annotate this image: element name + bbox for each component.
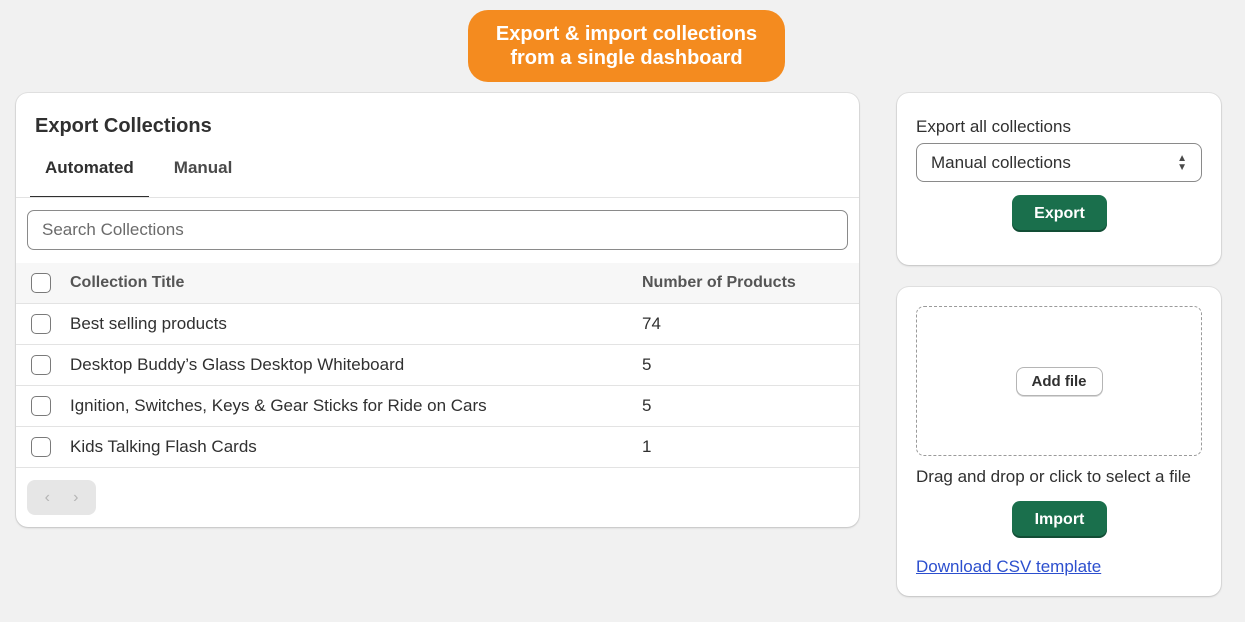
import-card: Add file Drag and drop or click to selec… — [897, 287, 1221, 596]
export-all-label: Export all collections — [916, 117, 1071, 136]
table-row: Ignition, Switches, Keys & Gear Sticks f… — [16, 386, 859, 427]
row-checkbox[interactable] — [31, 355, 51, 375]
product-count: 5 — [642, 396, 652, 415]
table-row: Desktop Buddy’s Glass Desktop Whiteboard… — [16, 345, 859, 386]
banner-line-1: Export & import collections — [495, 23, 758, 45]
collection-title: Desktop Buddy’s Glass Desktop Whiteboard — [70, 355, 405, 374]
chevron-left-icon[interactable]: ‹ — [45, 489, 50, 507]
collection-title: Ignition, Switches, Keys & Gear Sticks f… — [70, 396, 487, 415]
table-row: Best selling products 74 — [16, 304, 859, 345]
pagination: ‹ › — [27, 480, 96, 515]
collection-title: Best selling products — [70, 314, 227, 333]
export-button[interactable]: Export — [1012, 195, 1107, 232]
dropzone-hint: Drag and drop or click to select a file — [916, 467, 1191, 486]
tab-bar: Automated Manual — [30, 145, 247, 198]
tab-manual[interactable]: Manual — [159, 145, 248, 198]
collection-title: Kids Talking Flash Cards — [70, 437, 257, 456]
chevron-right-icon[interactable]: › — [73, 489, 78, 507]
download-template-link[interactable]: Download CSV template — [916, 557, 1101, 577]
select-value: Manual collections — [931, 152, 1071, 172]
tabs-divider — [16, 197, 859, 198]
tab-automated[interactable]: Automated — [30, 145, 149, 198]
export-all-card: Export all collections Manual collection… — [897, 93, 1221, 265]
row-checkbox[interactable] — [31, 396, 51, 416]
export-collections-card: Export Collections Automated Manual Coll… — [16, 93, 859, 527]
select-arrows-icon: ▲ ▼ — [1177, 152, 1187, 173]
row-checkbox[interactable] — [31, 437, 51, 457]
promo-banner: Export & import collections from a singl… — [468, 10, 785, 82]
product-count: 5 — [642, 355, 652, 374]
table-row: Kids Talking Flash Cards 1 — [16, 427, 859, 468]
product-count: 74 — [642, 314, 661, 333]
table-header: Collection Title Number of Products — [16, 263, 859, 304]
import-button[interactable]: Import — [1012, 501, 1107, 538]
search-input[interactable] — [27, 210, 848, 250]
add-file-button[interactable]: Add file — [1015, 366, 1103, 396]
banner-line-2: from a single dashboard — [510, 47, 743, 69]
row-checkbox[interactable] — [31, 314, 51, 334]
collection-type-select[interactable]: Manual collections ▲ ▼ — [916, 143, 1202, 182]
file-dropzone[interactable]: Add file — [916, 306, 1202, 456]
collections-table: Collection Title Number of Products Best… — [16, 263, 859, 468]
column-header-title: Collection Title — [70, 274, 185, 291]
card-title: Export Collections — [35, 115, 212, 137]
select-all-checkbox[interactable] — [31, 273, 51, 293]
column-header-count: Number of Products — [642, 274, 796, 291]
product-count: 1 — [642, 437, 652, 456]
